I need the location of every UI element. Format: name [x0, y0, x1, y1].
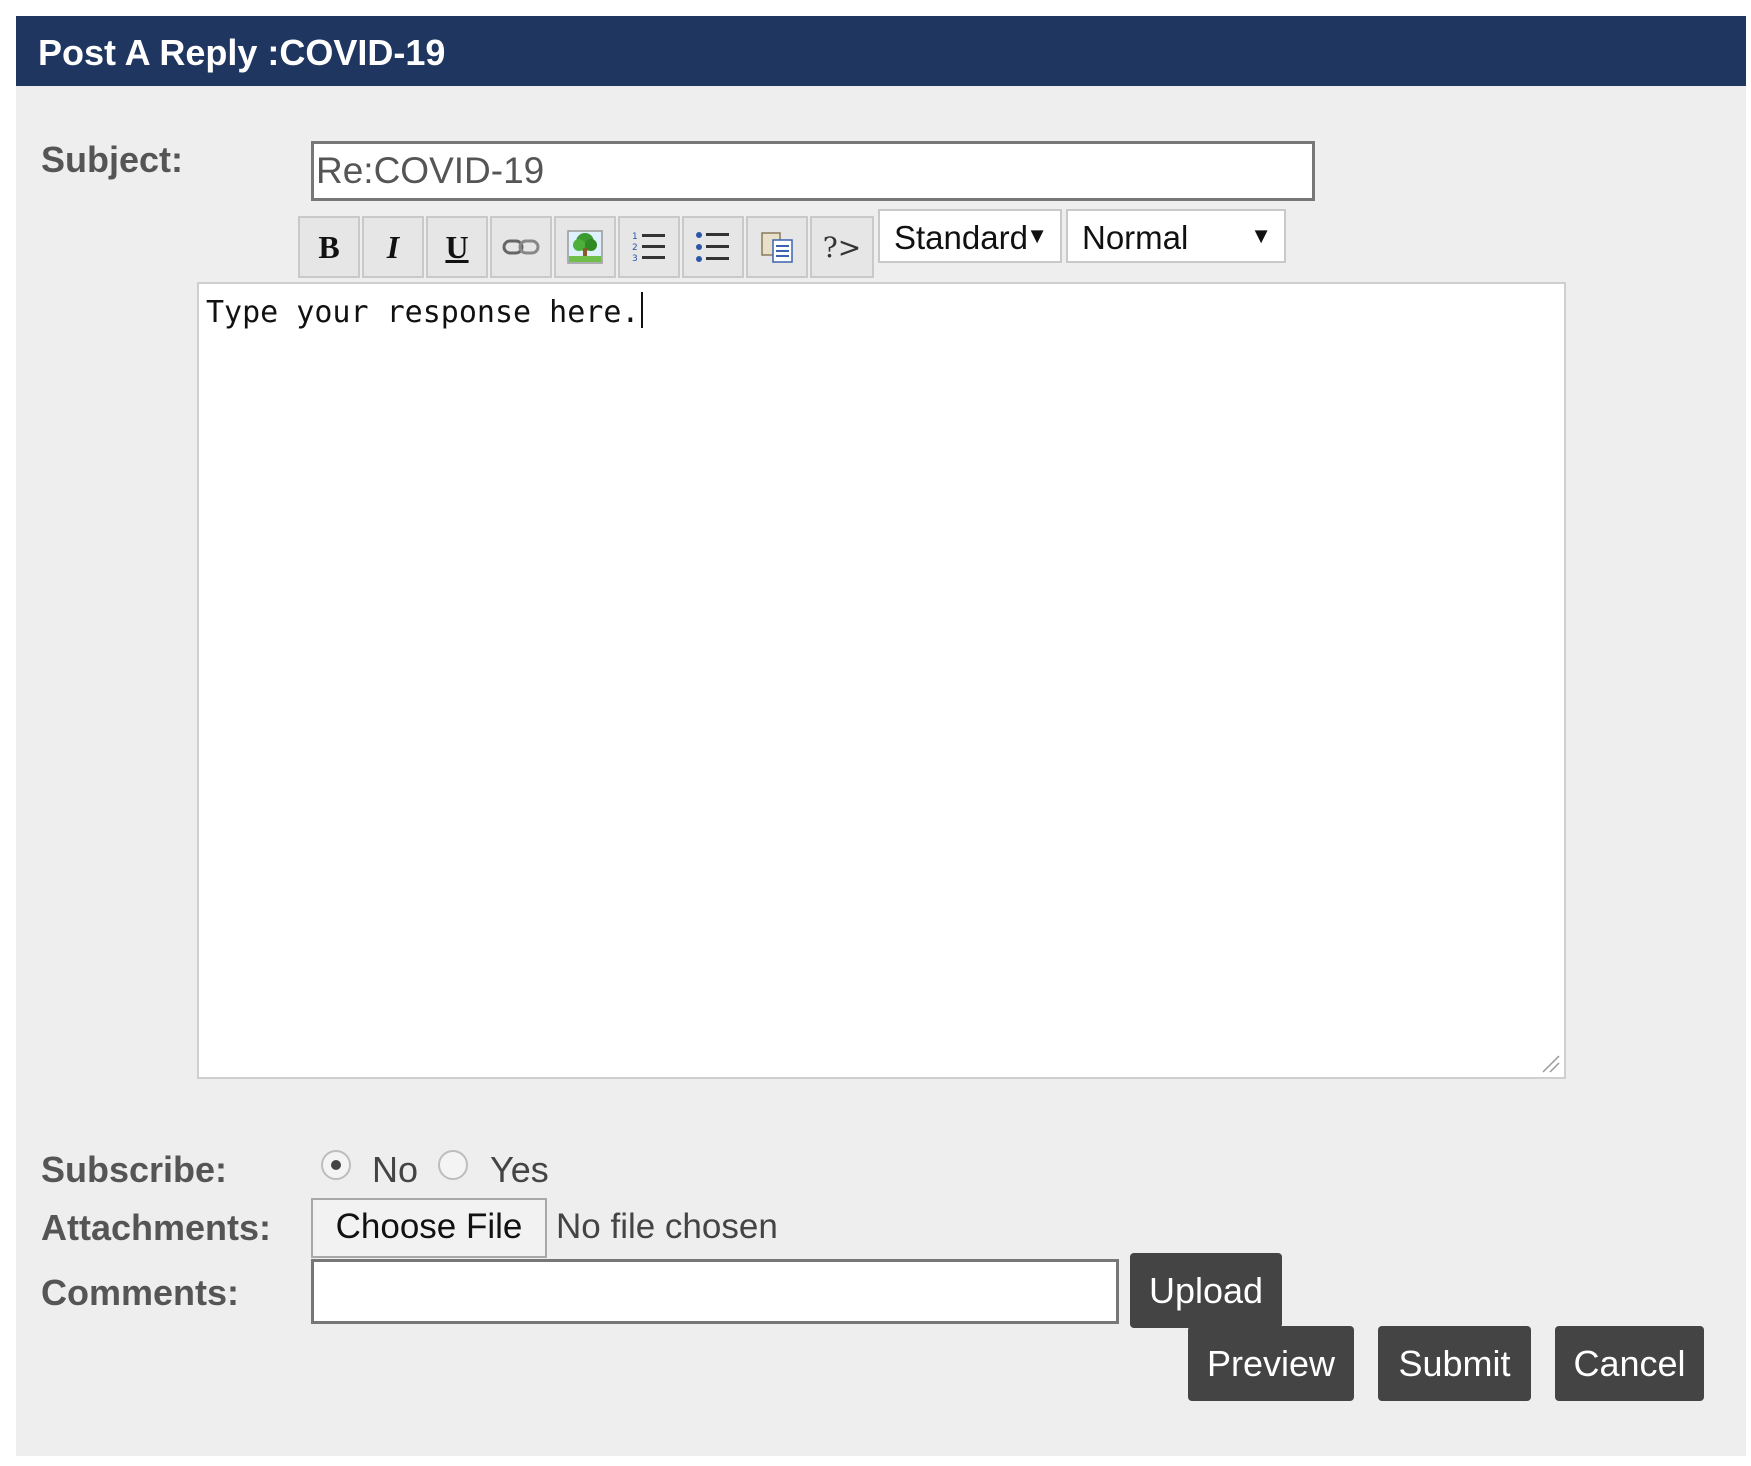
font-style-select[interactable]: Standard ▼ [878, 209, 1062, 263]
comments-input[interactable] [311, 1259, 1119, 1324]
attachments-label: Attachments: [41, 1207, 272, 1248]
underline-icon: U [445, 228, 469, 265]
radio-selected-dot [331, 1160, 341, 1170]
font-size-value: Normal [1082, 219, 1189, 256]
upload-button[interactable]: Upload [1130, 1253, 1282, 1328]
ordered-list-button[interactable]: 1 2 3 [618, 216, 680, 278]
image-button[interactable] [554, 216, 616, 278]
file-status-text: No file chosen [556, 1207, 778, 1246]
link-icon [502, 239, 540, 255]
svg-text:2: 2 [632, 243, 638, 253]
comments-label: Comments: [41, 1272, 240, 1313]
preview-button[interactable]: Preview [1188, 1326, 1354, 1401]
image-icon [567, 230, 603, 264]
paste-icon [761, 232, 793, 263]
unordered-list-button[interactable] [682, 216, 744, 278]
chevron-down-icon: ▼ [1250, 223, 1272, 248]
ordered-list-icon: 1 2 3 [632, 232, 665, 264]
italic-icon: I [386, 228, 400, 265]
svg-text:1: 1 [632, 232, 638, 242]
response-textarea[interactable]: Type your response here. [197, 282, 1566, 1079]
subscribe-no-label: No [372, 1149, 419, 1190]
subject-label: Subject: [41, 139, 184, 180]
submit-button[interactable]: Submit [1378, 1326, 1531, 1401]
unordered-list-icon [696, 232, 729, 262]
svg-text:3: 3 [632, 254, 638, 264]
choose-file-button[interactable]: Choose File [311, 1198, 547, 1258]
bold-icon: B [318, 228, 340, 265]
font-size-select[interactable]: Normal ▼ [1066, 209, 1286, 263]
italic-button[interactable]: I [362, 216, 424, 278]
response-text: Type your response here. [206, 295, 640, 330]
code-icon: ?> [822, 230, 862, 264]
code-button[interactable]: ?> [810, 216, 874, 278]
cancel-button[interactable]: Cancel [1555, 1326, 1704, 1401]
bold-button[interactable]: B [298, 216, 360, 278]
chevron-down-icon: ▼ [1026, 223, 1048, 248]
reply-form-panel: Post A Reply :COVID-19 Subject: Re:COVID… [16, 16, 1746, 1456]
paste-button[interactable] [746, 216, 808, 278]
underline-button[interactable]: U [426, 216, 488, 278]
subscribe-label: Subscribe: [41, 1149, 228, 1190]
subscribe-yes-label: Yes [490, 1149, 549, 1190]
text-caret [641, 292, 644, 328]
subscribe-no-radio[interactable] [321, 1150, 351, 1180]
font-style-value: Standard [894, 219, 1028, 256]
link-button[interactable] [490, 216, 552, 278]
resize-handle-icon[interactable] [1539, 1052, 1561, 1074]
subscribe-yes-radio[interactable] [438, 1150, 468, 1180]
form-title: Post A Reply :COVID-19 [38, 32, 446, 73]
form-header: Post A Reply :COVID-19 [16, 16, 1746, 86]
subject-input[interactable]: Re:COVID-19 [311, 141, 1315, 201]
